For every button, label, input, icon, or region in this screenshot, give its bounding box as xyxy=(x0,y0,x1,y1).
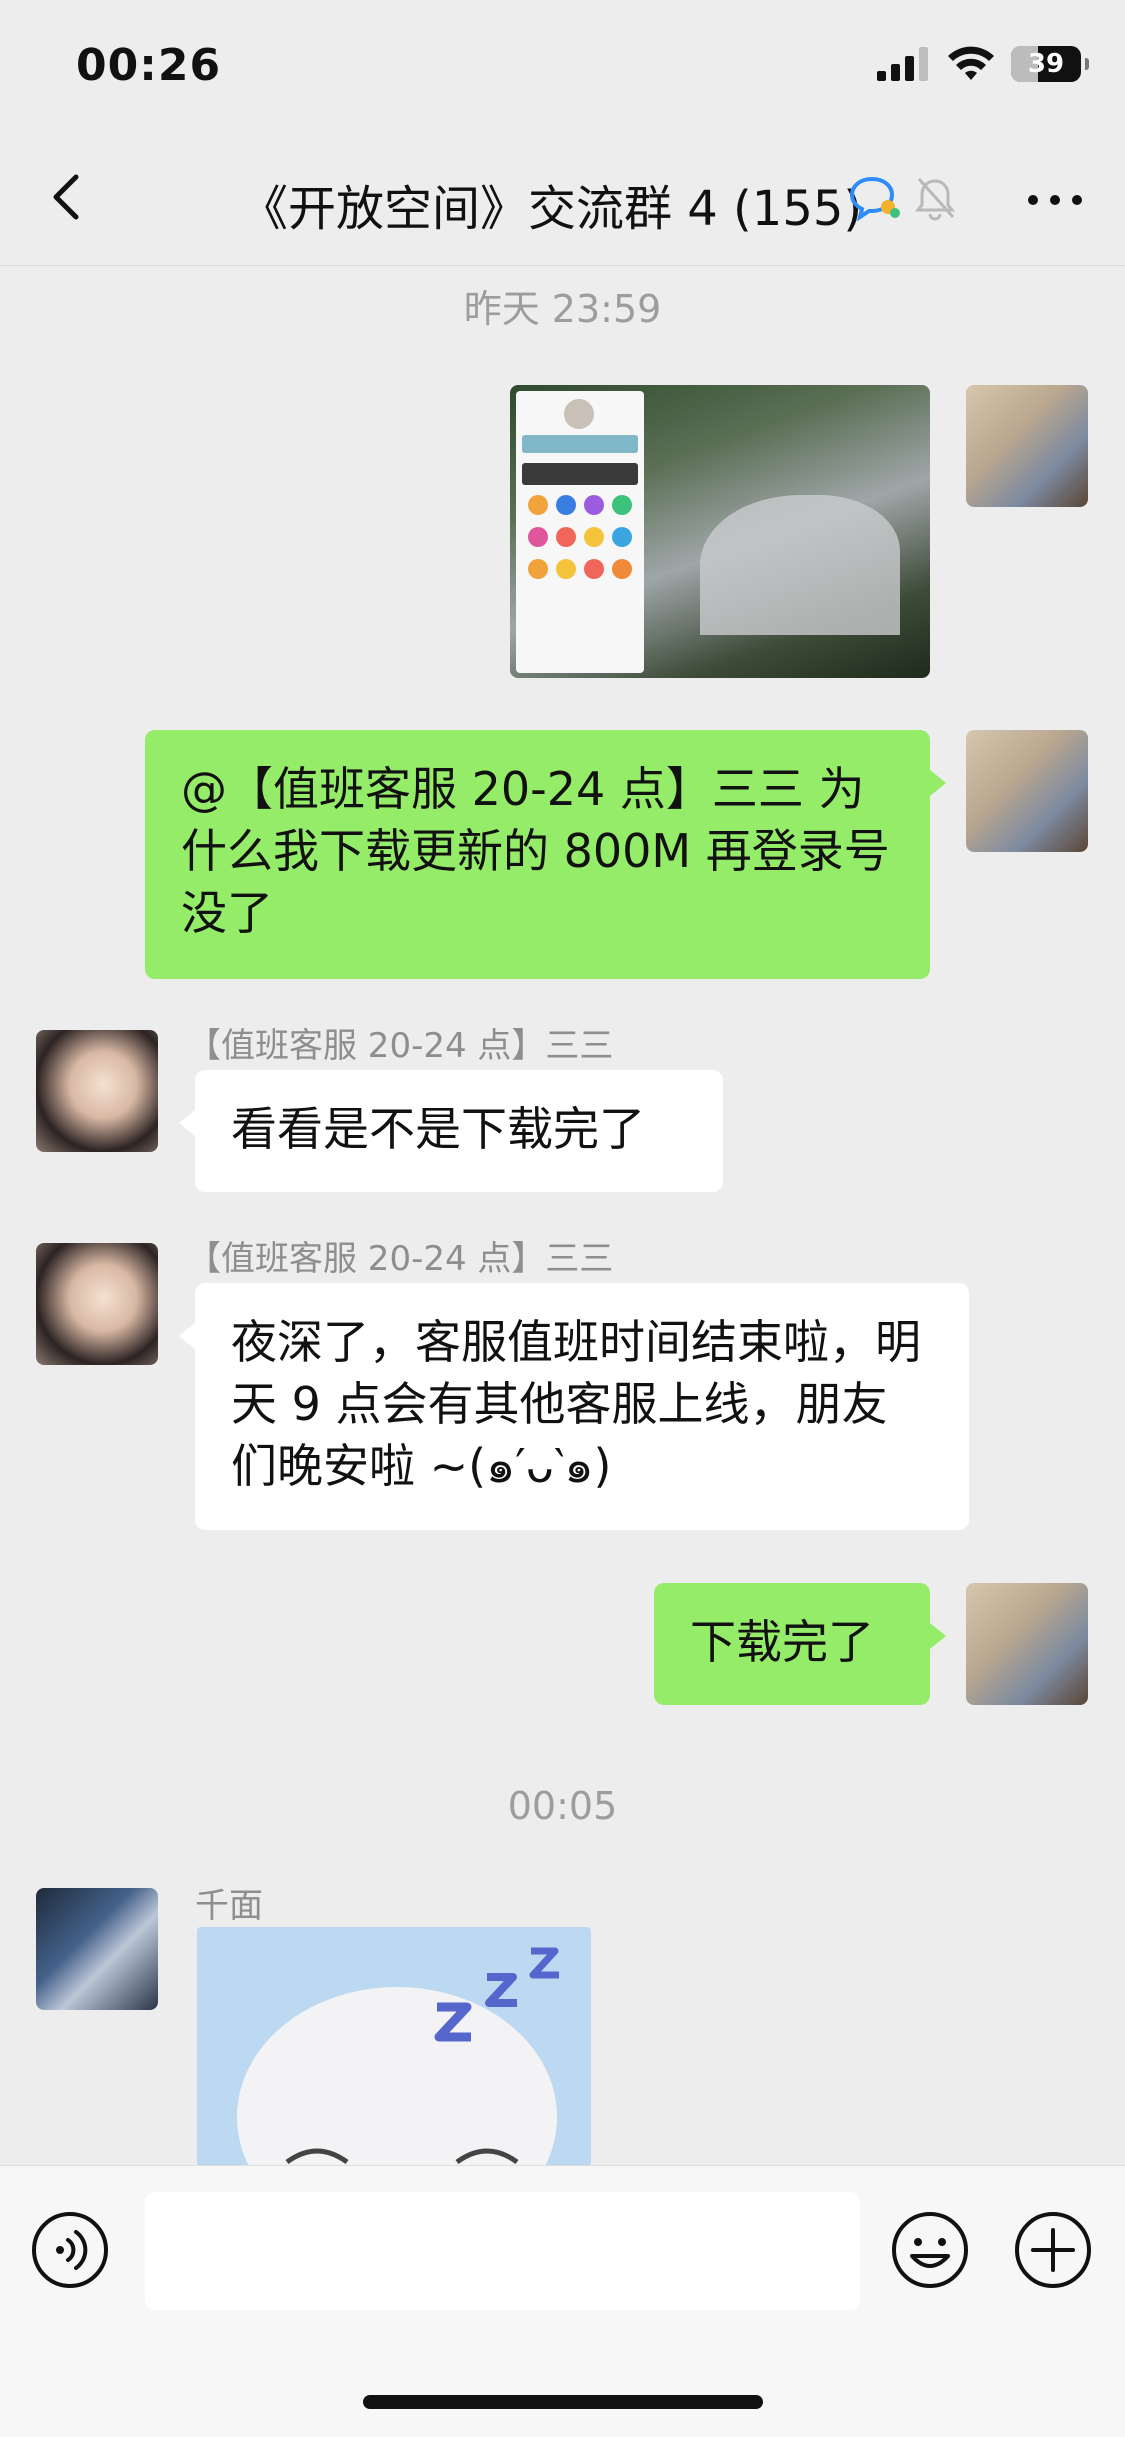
more-actions-plus-button[interactable] xyxy=(1013,2210,1093,2290)
status-icons: 39 xyxy=(877,46,1089,82)
sender-avatar[interactable] xyxy=(36,1243,158,1365)
status-time: 00:26 xyxy=(76,40,222,91)
message-input[interactable] xyxy=(145,2192,860,2310)
my-avatar[interactable] xyxy=(966,1583,1088,1705)
mute-bell-icon xyxy=(914,177,956,221)
sender-avatar[interactable] xyxy=(36,1030,158,1152)
my-avatar[interactable] xyxy=(966,730,1088,852)
incoming-message-bubble[interactable]: 夜深了，客服值班时间结束啦，明天 9 点会有其他客服上线，朋友们晚安啦 ~(๑′… xyxy=(179,1283,969,1530)
status-bar: 00:26 39 xyxy=(0,0,1125,135)
timestamp-divider: 00:05 xyxy=(507,1784,618,1828)
sender-avatar[interactable] xyxy=(36,1888,158,2010)
sender-name: 【值班客服 20-24 点】三三 xyxy=(187,1239,614,1279)
battery-level: 39 xyxy=(1027,49,1065,79)
sender-name: 【值班客服 20-24 点】三三 xyxy=(187,1026,614,1066)
voice-input-button[interactable] xyxy=(30,2210,110,2290)
my-message-bubble[interactable]: 下载完了 xyxy=(654,1583,946,1705)
more-options-button[interactable] xyxy=(1023,175,1087,225)
sender-name: 千面 xyxy=(195,1886,263,1926)
my-avatar[interactable] xyxy=(966,385,1088,507)
timestamp-divider: 昨天 23:59 xyxy=(463,287,662,331)
screenshot-thumbnail xyxy=(516,391,644,673)
input-bar xyxy=(0,2165,1125,2437)
sleeping-zzz-icon xyxy=(434,1947,559,2042)
sticker-message[interactable] xyxy=(197,1927,591,2167)
closed-eyes xyxy=(285,2148,519,2165)
my-message-bubble[interactable]: @【值班客服 20-24 点】三三 为什么我下载更新的 800M 再登录号没了 xyxy=(145,730,946,979)
image-message[interactable] xyxy=(510,385,930,678)
message-text: 夜深了，客服值班时间结束啦，明天 9 点会有其他客服上线，朋友们晚安啦 ~(๑′… xyxy=(231,1315,921,1493)
wifi-icon xyxy=(948,46,994,80)
incoming-message-bubble[interactable]: 看看是不是下载完了 xyxy=(179,1070,723,1192)
message-text: 看看是不是下载完了 xyxy=(231,1102,645,1156)
home-indicator xyxy=(363,2395,763,2409)
message-text: 下载完了 xyxy=(690,1615,874,1669)
emoji-button[interactable] xyxy=(890,2210,970,2290)
nav-bar: 《开放空间》交流群 4 (155) xyxy=(0,135,1125,266)
signal-icon xyxy=(877,47,928,81)
group-chat-icon xyxy=(849,176,900,221)
battery-icon: 39 xyxy=(1011,46,1089,82)
chat-title: 《开放空间》交流群 4 (155) xyxy=(240,181,863,237)
back-button[interactable] xyxy=(38,167,98,227)
message-text: @【值班客服 20-24 点】三三 为什么我下载更新的 800M 再登录号没了 xyxy=(181,762,890,940)
